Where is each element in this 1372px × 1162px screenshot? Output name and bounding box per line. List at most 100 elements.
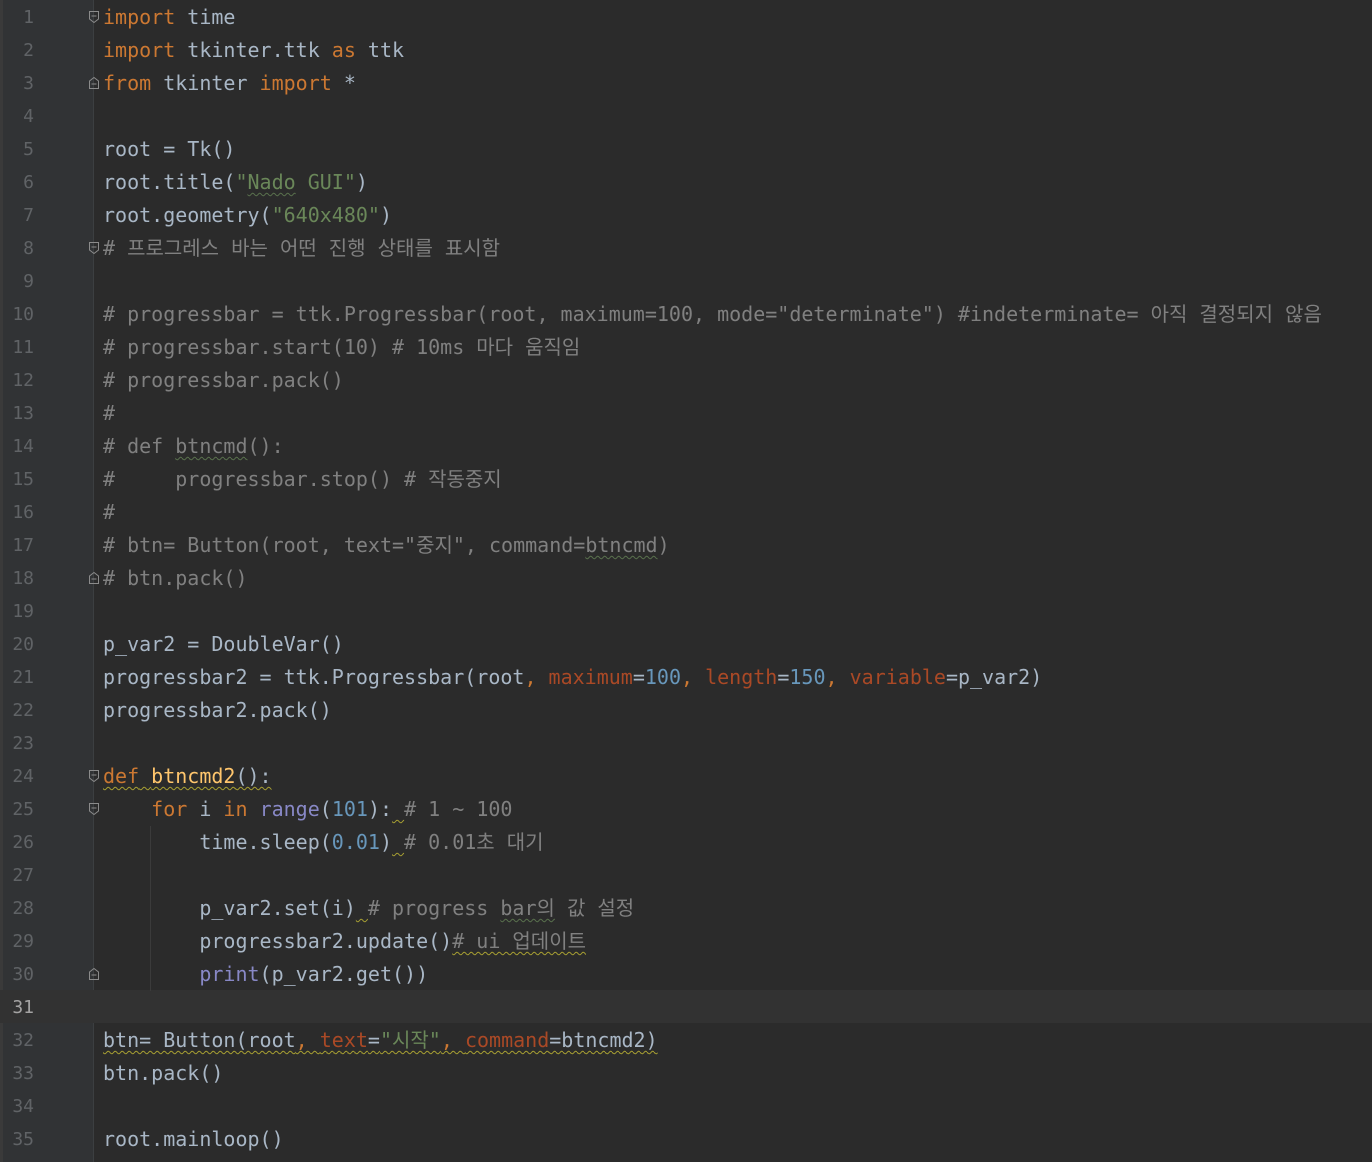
line-number[interactable]: 23 [0, 727, 34, 760]
code-line[interactable]: 20 p_var2 = DoubleVar() [0, 628, 1372, 661]
line-number[interactable]: 35 [0, 1123, 34, 1156]
code-text[interactable]: root.mainloop() [103, 1123, 284, 1156]
line-number[interactable]: 10 [0, 298, 34, 331]
code-text[interactable]: # btn= Button(root, text="중지", command=b… [103, 529, 670, 562]
line-number[interactable]: 9 [0, 265, 34, 298]
code-line[interactable]: 27 [0, 859, 1372, 892]
code-text[interactable]: import tkinter.ttk as ttk [103, 34, 404, 67]
code-line[interactable]: 5 root = Tk() [0, 133, 1372, 166]
code-text[interactable]: time.sleep(0.01) # 0.01초 대기 [103, 826, 543, 859]
code-line[interactable]: 21 progressbar2 = ttk.Progressbar(root, m… [0, 661, 1372, 694]
code-text[interactable]: progressbar2 = ttk.Progressbar(root, max… [103, 661, 1042, 694]
code-line[interactable]: 31 [0, 991, 1372, 1024]
line-number[interactable]: 4 [0, 100, 34, 133]
code-line[interactable]: 3 from tkinter import * [0, 67, 1372, 100]
code-line[interactable]: 24 def btncmd2(): [0, 760, 1372, 793]
code-line[interactable]: 18 # btn.pack() [0, 562, 1372, 595]
code-line[interactable]: 30 print(p_var2.get()) [0, 958, 1372, 991]
code-text[interactable]: # progressbar = ttk.Progressbar(root, ma… [103, 298, 1322, 331]
code-line[interactable]: 35 root.mainloop() [0, 1123, 1372, 1156]
code-line[interactable]: 11 # progressbar.start(10) # 10ms 마다 움직임 [0, 331, 1372, 364]
line-number[interactable]: 29 [0, 925, 34, 958]
code-text[interactable]: from tkinter import * [103, 67, 356, 100]
fold-expanded-icon[interactable] [88, 802, 100, 816]
code-text[interactable]: progressbar2.pack() [103, 694, 332, 727]
code-line[interactable]: 1 import time [0, 1, 1372, 34]
code-line[interactable]: 32 btn= Button(root, text="시작", command=b… [0, 1024, 1372, 1057]
line-number[interactable]: 5 [0, 133, 34, 166]
fold-expanded-icon[interactable] [88, 241, 100, 255]
code-line[interactable]: 25 for i in range(101): # 1 ~ 100 [0, 793, 1372, 826]
code-line[interactable]: 4 [0, 100, 1372, 133]
code-line[interactable]: 15 # progressbar.stop() # 작동중지 [0, 463, 1372, 496]
code-line[interactable]: 19 [0, 595, 1372, 628]
fold-end-icon[interactable] [88, 571, 100, 585]
line-number[interactable]: 14 [0, 430, 34, 463]
line-number[interactable]: 34 [0, 1090, 34, 1123]
code-text[interactable]: progressbar2.update()# ui 업데이트 [103, 925, 586, 958]
line-number[interactable]: 8 [0, 232, 34, 265]
code-line[interactable]: 12 # progressbar.pack() [0, 364, 1372, 397]
code-line[interactable]: 17 # btn= Button(root, text="중지", command… [0, 529, 1372, 562]
line-number[interactable]: 19 [0, 595, 34, 628]
line-number[interactable]: 21 [0, 661, 34, 694]
code-line[interactable]: 9 [0, 265, 1372, 298]
fold-expanded-icon[interactable] [88, 769, 100, 783]
code-text[interactable]: # progressbar.stop() # 작동중지 [103, 463, 502, 496]
code-text[interactable]: btn= Button(root, text="시작", command=btn… [103, 1024, 658, 1057]
code-text[interactable]: # def btncmd(): [103, 430, 284, 463]
code-text[interactable]: print(p_var2.get()) [103, 958, 428, 991]
line-number[interactable]: 6 [0, 166, 34, 199]
line-number[interactable]: 26 [0, 826, 34, 859]
code-line[interactable]: 29 progressbar2.update()# ui 업데이트 [0, 925, 1372, 958]
code-line[interactable]: 22 progressbar2.pack() [0, 694, 1372, 727]
line-number[interactable]: 12 [0, 364, 34, 397]
code-line[interactable]: 23 [0, 727, 1372, 760]
line-number[interactable]: 15 [0, 463, 34, 496]
line-number[interactable]: 28 [0, 892, 34, 925]
code-text[interactable]: # [103, 397, 115, 430]
code-text[interactable]: p_var2 = DoubleVar() [103, 628, 344, 661]
line-number[interactable]: 18 [0, 562, 34, 595]
code-line[interactable]: 26 time.sleep(0.01) # 0.01초 대기 [0, 826, 1372, 859]
line-number[interactable]: 32 [0, 1024, 34, 1057]
line-number[interactable]: 30 [0, 958, 34, 991]
code-line[interactable]: 34 [0, 1090, 1372, 1123]
code-text[interactable]: # progressbar.start(10) # 10ms 마다 움직임 [103, 331, 580, 364]
line-number[interactable]: 7 [0, 199, 34, 232]
line-number[interactable]: 11 [0, 331, 34, 364]
code-line[interactable]: 10 # progressbar = ttk.Progressbar(root, … [0, 298, 1372, 331]
line-number[interactable]: 20 [0, 628, 34, 661]
fold-end-icon[interactable] [88, 76, 100, 90]
line-number[interactable]: 1 [0, 1, 34, 34]
code-text[interactable]: # [103, 496, 115, 529]
line-number[interactable]: 27 [0, 859, 34, 892]
code-text[interactable]: root.geometry("640x480") [103, 199, 392, 232]
code-line[interactable]: 7 root.geometry("640x480") [0, 199, 1372, 232]
line-number[interactable]: 25 [0, 793, 34, 826]
line-number[interactable]: 13 [0, 397, 34, 430]
code-line[interactable]: 16 # [0, 496, 1372, 529]
line-number[interactable]: 3 [0, 67, 34, 100]
code-text[interactable]: def btncmd2(): [103, 760, 272, 793]
code-line[interactable]: 6 root.title("Nado GUI") [0, 166, 1372, 199]
code-text[interactable]: p_var2.set(i) # progress bar의 값 설정 [103, 892, 634, 925]
code-line[interactable]: 33 btn.pack() [0, 1057, 1372, 1090]
code-line[interactable]: 14 # def btncmd(): [0, 430, 1372, 463]
code-text[interactable]: root = Tk() [103, 133, 235, 166]
code-text[interactable]: # progressbar.pack() [103, 364, 344, 397]
line-number[interactable]: 16 [0, 496, 34, 529]
line-number[interactable]: 17 [0, 529, 34, 562]
code-line[interactable]: 2 import tkinter.ttk as ttk [0, 34, 1372, 67]
code-text[interactable]: import time [103, 1, 235, 34]
code-line[interactable]: 8 # 프로그레스 바는 어떤 진행 상태를 표시함 [0, 232, 1372, 265]
line-number[interactable]: 22 [0, 694, 34, 727]
code-text[interactable]: root.title("Nado GUI") [103, 166, 368, 199]
code-line[interactable]: 28 p_var2.set(i) # progress bar의 값 설정 [0, 892, 1372, 925]
code-text[interactable]: # btn.pack() [103, 562, 248, 595]
line-number[interactable]: 24 [0, 760, 34, 793]
line-number[interactable]: 31 [0, 991, 34, 1024]
fold-end-icon[interactable] [88, 967, 100, 981]
line-number[interactable]: 2 [0, 34, 34, 67]
code-text[interactable]: btn.pack() [103, 1057, 223, 1090]
